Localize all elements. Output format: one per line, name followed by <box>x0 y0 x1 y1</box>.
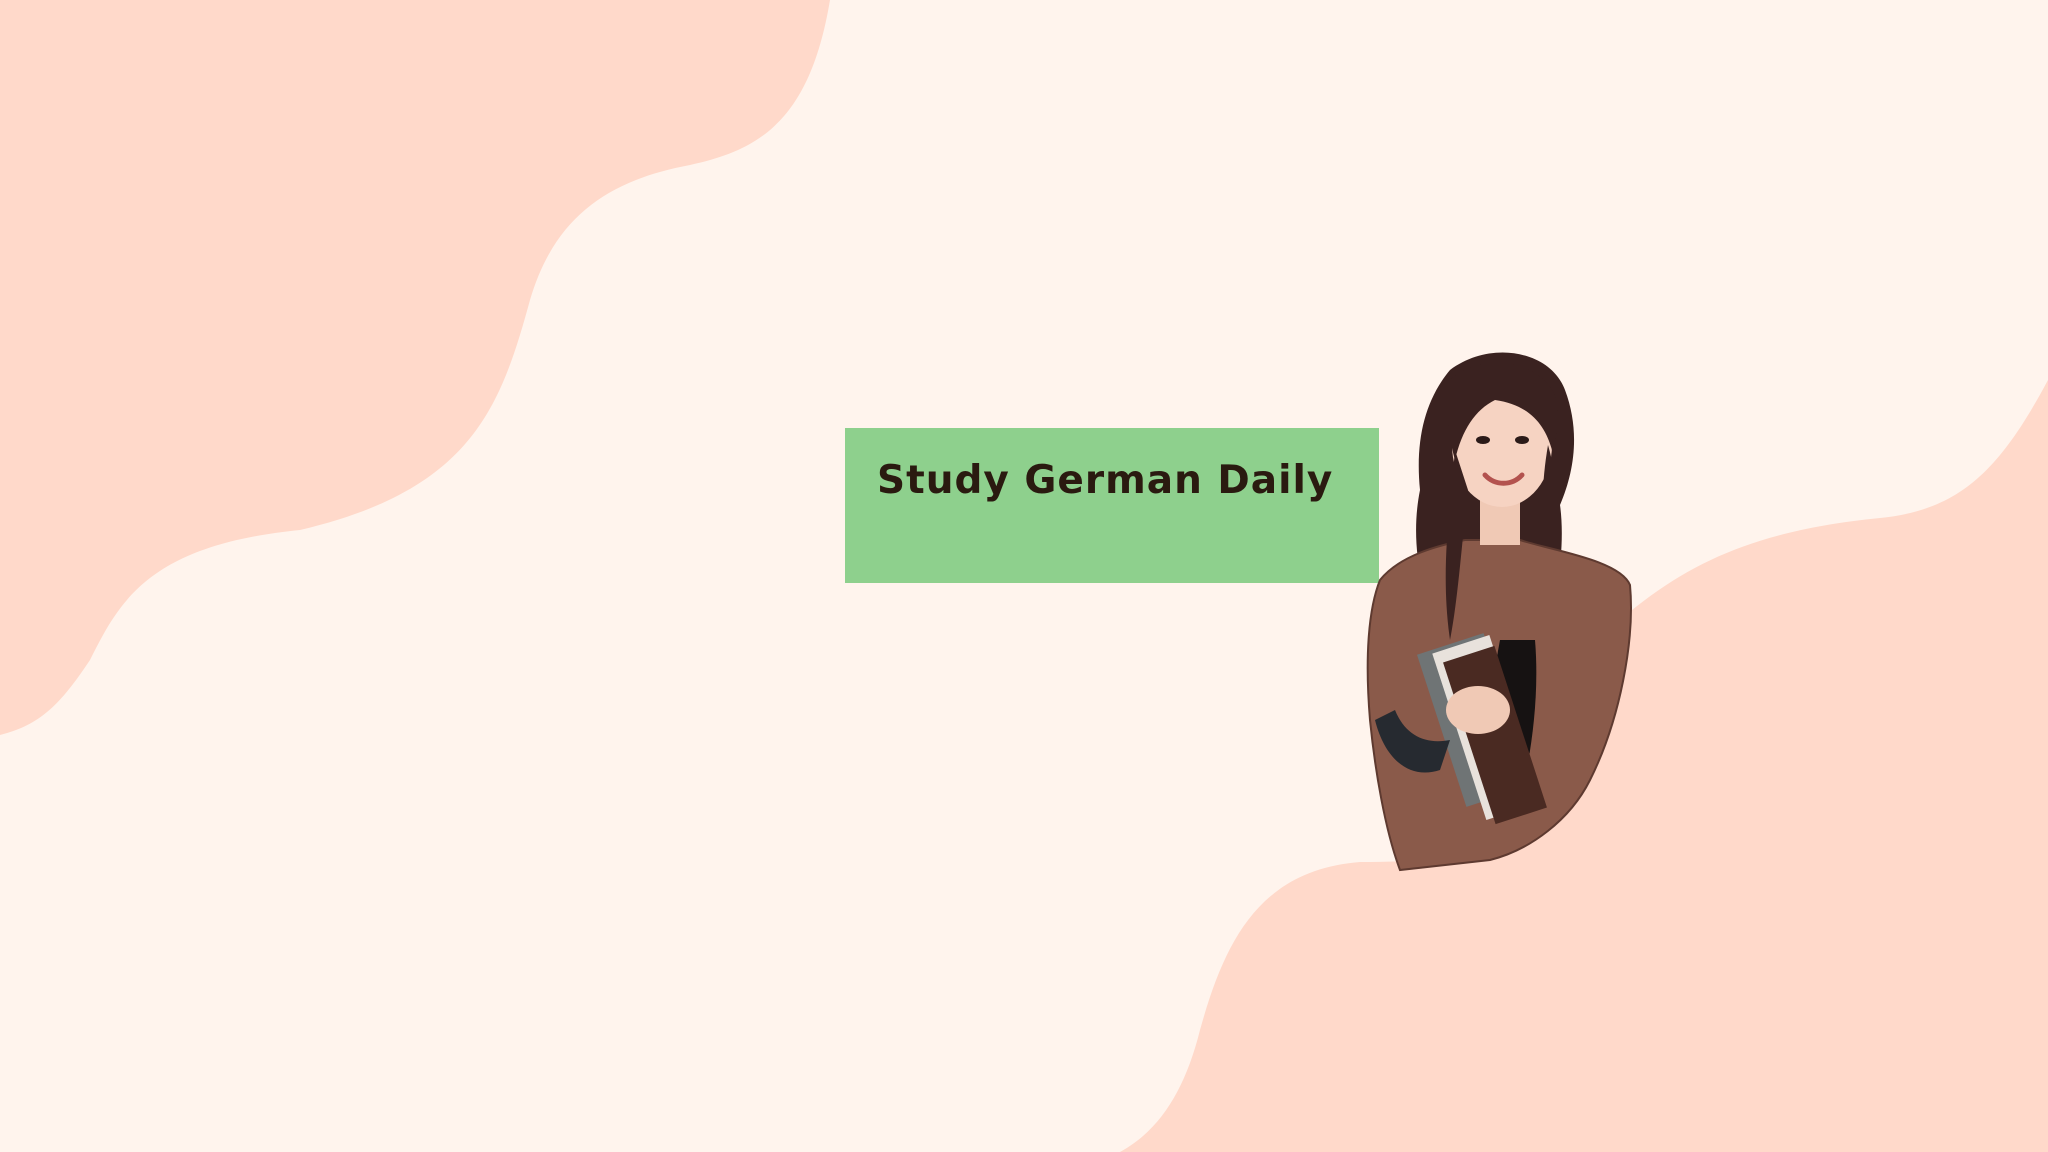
banner-title: Study German Daily <box>877 458 1334 503</box>
channel-banner: Study German Daily <box>0 0 2048 1152</box>
top-left-blob <box>0 0 830 735</box>
woman-holding-books-photo <box>1366 352 1632 872</box>
